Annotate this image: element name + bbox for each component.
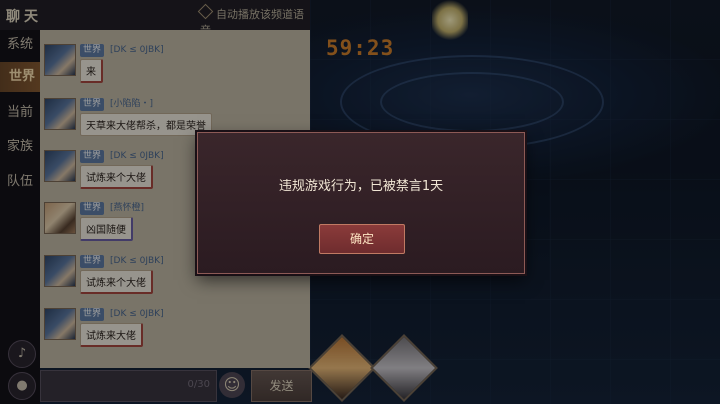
dialog-message: 违规游戏行为，已被禁言1天 — [278, 179, 444, 194]
mute-notice-dialog: 违规游戏行为，已被禁言1天 确定 — [197, 132, 525, 274]
confirm-button[interactable]: 确定 — [319, 224, 405, 254]
